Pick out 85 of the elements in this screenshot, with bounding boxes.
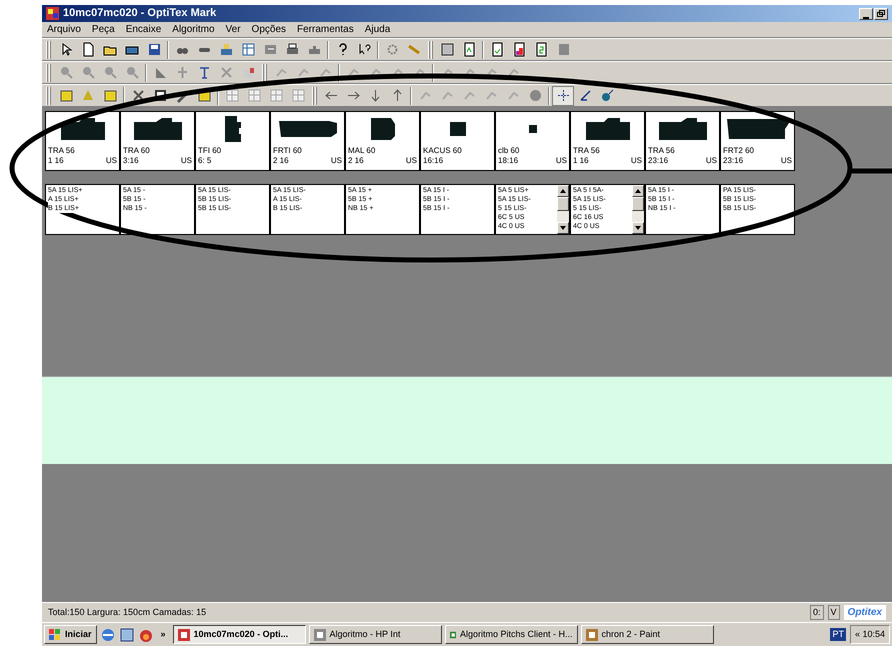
status-indicator: 0: xyxy=(810,604,824,620)
piece-unit: US xyxy=(556,156,567,166)
piece-shape xyxy=(450,122,466,136)
taskbar-button[interactable]: Algoritmo - HP Int xyxy=(308,625,442,644)
piece-name: clb 60 xyxy=(497,146,520,156)
optitex-logo: Optitex xyxy=(844,605,886,620)
piece-count: 2 16 xyxy=(348,156,364,166)
piece-count: 23:16 xyxy=(648,156,668,166)
menu-item[interactable]: Ajuda xyxy=(364,22,390,37)
piece-card[interactable]: FRT2 60 23:16 US xyxy=(720,111,795,171)
status-text: Total:150 Largura: 150cm Camadas: 15 xyxy=(48,606,208,619)
menu-item[interactable]: Ver xyxy=(226,22,241,37)
piece-card[interactable]: FRTI 60 2 16 US xyxy=(270,111,345,171)
piece-card[interactable]: KACUS 60 16:16 xyxy=(420,111,495,171)
app-icon xyxy=(46,7,59,20)
app-icon xyxy=(314,628,326,640)
status-indicator: V xyxy=(828,604,840,620)
app-icon xyxy=(586,628,598,640)
piece-name: TRA 56 xyxy=(647,146,676,156)
menu-item[interactable]: Encaixe xyxy=(126,22,162,37)
scrollbar[interactable] xyxy=(557,185,569,234)
piece-shape xyxy=(134,118,182,140)
piece-count: 18:16 xyxy=(498,156,518,166)
down-arrow-icon[interactable] xyxy=(560,226,566,230)
piece-unit: US xyxy=(406,156,417,166)
piece-unit: US xyxy=(706,156,717,166)
piece-shape xyxy=(224,116,240,142)
piece-name: TFI 60 xyxy=(197,146,222,156)
menu-item[interactable]: Algoritmo xyxy=(172,22,215,37)
taskbar-button[interactable]: chron 2 - Paint xyxy=(580,625,714,644)
piece-unit: US xyxy=(630,156,642,166)
piece-count: 1 16 xyxy=(48,156,64,166)
piece-unit: US xyxy=(180,156,192,166)
piece-unit: US xyxy=(330,156,342,166)
piece-count: 3:16 xyxy=(123,156,139,166)
window-title: 10mc07mc020 - OptiTex Mark xyxy=(63,6,216,22)
restore-icon xyxy=(877,10,885,17)
piece-count: 1 16 xyxy=(573,156,589,166)
scrollbar[interactable] xyxy=(632,185,644,234)
piece-card[interactable]: TFI 60 6: 5 xyxy=(195,111,270,171)
menu-item[interactable]: Ferramentas xyxy=(297,22,354,37)
piece-shape xyxy=(528,125,536,133)
piece-name: FRTI 60 xyxy=(272,146,303,156)
system-clock: « 10:54 xyxy=(850,625,890,644)
piece-card[interactable]: clb 60 18:16 US xyxy=(495,111,570,171)
piece-card[interactable]: TRA 56 23:16 US xyxy=(645,111,720,171)
down-arrow-icon[interactable] xyxy=(635,226,641,230)
restore-button[interactable] xyxy=(874,8,888,20)
annotation-line xyxy=(852,168,892,174)
up-arrow-icon[interactable] xyxy=(560,189,566,193)
language-indicator[interactable]: PT xyxy=(830,628,846,642)
piece-name: MAL 60 xyxy=(347,146,376,156)
piece-count: 23:16 xyxy=(723,156,744,166)
piece-shape xyxy=(726,119,788,139)
menu-item[interactable]: Peça xyxy=(92,22,115,37)
piece-name: KACUS 60 xyxy=(422,146,463,156)
piece-count: 2 16 xyxy=(273,156,289,166)
app-icon xyxy=(178,628,190,640)
piece-card[interactable]: TRA 60 3:16 US xyxy=(120,111,195,171)
taskbar-button[interactable]: Algoritmo Pitchs Client - H... xyxy=(444,625,578,644)
piece-shape xyxy=(658,118,706,140)
menu-item[interactable]: Opções xyxy=(252,22,286,37)
up-arrow-icon[interactable] xyxy=(635,189,641,193)
piece-unit: US xyxy=(106,156,117,166)
piece-count: 16:16 xyxy=(423,156,444,166)
piece-name: TRA 60 xyxy=(122,146,151,156)
taskbar-button[interactable]: 10mc07mc020 - Opti... xyxy=(172,625,306,644)
piece-card[interactable]: TRA 56 1 16 US xyxy=(570,111,645,171)
piece-shape xyxy=(370,118,394,140)
start-button[interactable]: Iniciar xyxy=(44,625,97,644)
piece-name: FRT2 60 xyxy=(722,146,755,156)
piece-unit: US xyxy=(780,156,792,166)
minimize-button[interactable] xyxy=(859,8,873,20)
minimize-icon xyxy=(863,16,869,18)
piece-shape xyxy=(586,118,630,140)
piece-count: 6: 5 xyxy=(198,156,212,166)
crosshair-icon[interactable] xyxy=(552,86,574,106)
piece-name: TRA 56 xyxy=(572,146,601,156)
piece-card[interactable]: TRA 56 1 16 US xyxy=(45,111,120,171)
menu-item[interactable]: Arquivo xyxy=(47,22,81,37)
piece-shape xyxy=(278,121,336,137)
piece-shape xyxy=(60,118,104,140)
piece-name: TRA 56 xyxy=(47,146,76,156)
more-icons[interactable]: » xyxy=(156,628,170,642)
piece-card[interactable]: MAL 60 2 16 US xyxy=(345,111,420,171)
